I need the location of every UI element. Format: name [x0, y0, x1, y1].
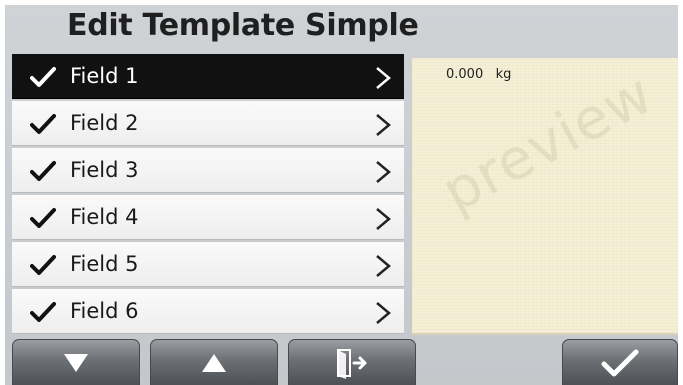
field-label: Field 1 [70, 64, 139, 88]
field-list: Field 1 Field 2 Field 3 Field 4 Field 5 … [12, 54, 411, 334]
field-label: Field 5 [70, 252, 139, 276]
field-row-1[interactable]: Field 1 [12, 54, 404, 99]
chevron-right-icon [376, 208, 391, 230]
confirm-button[interactable] [562, 339, 678, 385]
field-label: Field 4 [70, 205, 139, 229]
field-label: Field 6 [70, 299, 139, 323]
checkmark-icon [30, 255, 56, 275]
field-row-2[interactable]: Field 2 [12, 101, 404, 146]
chevron-right-icon [376, 114, 391, 136]
field-row-5[interactable]: Field 5 [12, 242, 404, 287]
exit-door-icon [337, 348, 367, 379]
field-row-6[interactable]: Field 6 [12, 289, 404, 334]
template-preview: preview 0.000 kg [412, 58, 678, 335]
checkmark-icon [30, 114, 56, 134]
page-title: Edit Template Simple [67, 8, 419, 43]
field-label: Field 2 [70, 111, 139, 135]
weight-value: 0.000 [446, 67, 484, 82]
scroll-up-button[interactable] [150, 339, 278, 385]
checkmark-icon [30, 208, 56, 228]
chevron-right-icon [376, 161, 391, 183]
checkmark-icon [30, 302, 56, 322]
field-label: Field 3 [70, 158, 139, 182]
checkmark-icon [601, 349, 639, 376]
app-screen: Edit Template Simple Field 1 Field 2 Fie… [5, 5, 678, 385]
weight-unit: kg [495, 67, 512, 82]
field-row-4[interactable]: Field 4 [12, 195, 404, 240]
preview-watermark: preview [432, 61, 664, 226]
triangle-down-icon [64, 353, 88, 372]
field-row-3[interactable]: Field 3 [12, 148, 404, 193]
checkmark-icon [30, 67, 56, 87]
weight-readout: 0.000 kg [446, 67, 511, 82]
scroll-down-button[interactable] [12, 339, 140, 385]
checkmark-icon [30, 161, 56, 181]
chevron-right-icon [376, 255, 391, 277]
exit-button[interactable] [288, 339, 416, 385]
chevron-right-icon [376, 67, 391, 89]
chevron-right-icon [376, 302, 391, 324]
triangle-up-icon [202, 353, 226, 372]
